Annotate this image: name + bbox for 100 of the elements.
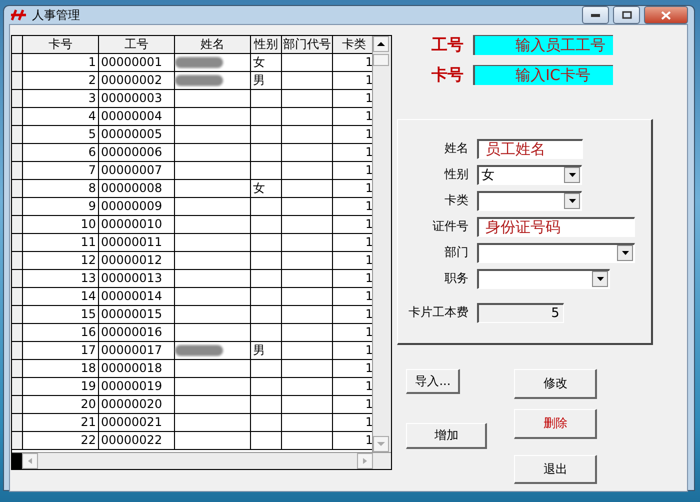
app-logo-icon — [10, 9, 28, 21]
action-button[interactable]: 增加 — [406, 423, 488, 449]
row-selector[interactable] — [12, 378, 23, 396]
maximize-button[interactable] — [613, 6, 640, 24]
input-field[interactable]: 输入IC卡号 — [473, 65, 614, 85]
row-selector[interactable] — [12, 234, 23, 252]
table-cell: 00000012 — [99, 252, 175, 270]
row-selector[interactable] — [12, 414, 23, 432]
minimize-button[interactable] — [582, 6, 609, 24]
horizontal-scrollbar[interactable] — [12, 452, 392, 469]
dropdown[interactable] — [477, 190, 582, 210]
column-header[interactable]: 性别 — [251, 36, 282, 54]
dropdown[interactable] — [477, 268, 610, 288]
caret-icon — [568, 173, 576, 177]
row-selector[interactable] — [12, 396, 23, 414]
table-cell — [251, 108, 282, 126]
field-label: 职务 — [443, 270, 470, 287]
table-cell: 11 — [23, 234, 99, 252]
row-selector[interactable] — [12, 144, 23, 162]
dropdown[interactable]: 女 — [477, 164, 582, 184]
table-cell: 00000013 — [99, 270, 175, 288]
table-cell — [282, 90, 333, 108]
table-cell — [251, 378, 282, 396]
input-field[interactable]: 5 — [477, 302, 564, 322]
column-header[interactable]: 姓名 — [175, 36, 251, 54]
vertical-scrollbar[interactable] — [372, 36, 392, 452]
action-button[interactable]: 导入... — [406, 369, 460, 394]
row-selector[interactable] — [12, 180, 23, 198]
table-cell — [251, 324, 282, 342]
row-selector[interactable] — [12, 306, 23, 324]
scroll-left-icon — [26, 458, 34, 464]
dropdown-arrow-button[interactable] — [592, 271, 608, 287]
table-cell — [251, 234, 282, 252]
field-label: 部门 — [443, 244, 470, 261]
table-cell — [251, 252, 282, 270]
table-cell: 00000007 — [99, 162, 175, 180]
caret-icon — [596, 277, 604, 281]
table-cell: 13 — [23, 270, 99, 288]
table-cell — [282, 144, 333, 162]
table-cell — [251, 396, 282, 414]
action-button[interactable]: 修改 — [514, 369, 598, 399]
row-selector[interactable] — [12, 72, 23, 90]
table-cell — [251, 414, 282, 432]
table-cell: 00000022 — [99, 432, 175, 450]
table-cell — [282, 162, 333, 180]
field-label: 卡片工本费 — [407, 304, 470, 321]
table-cell: 12 — [23, 252, 99, 270]
dropdown-arrow-button[interactable] — [617, 245, 634, 261]
dropdown[interactable] — [477, 242, 636, 262]
action-button[interactable]: 退出 — [514, 455, 598, 484]
row-selector[interactable] — [12, 216, 23, 234]
close-button[interactable] — [644, 6, 688, 24]
row-selector[interactable] — [12, 36, 23, 54]
table-cell — [282, 198, 333, 216]
input-field[interactable]: 员工姓名 — [477, 138, 584, 158]
table-cell: 男 — [251, 342, 282, 360]
column-header[interactable]: 工号 — [99, 36, 175, 54]
row-selector[interactable] — [12, 126, 23, 144]
table-cell — [251, 198, 282, 216]
table-cell — [282, 378, 333, 396]
table-cell: 00000016 — [99, 324, 175, 342]
window-title: 人事管理 — [32, 6, 81, 24]
table-cell: 17 — [23, 342, 99, 360]
table-cell — [251, 144, 282, 162]
row-selector[interactable] — [12, 432, 23, 450]
table-cell: 6 — [23, 144, 99, 162]
column-header[interactable]: 卡号 — [23, 36, 99, 54]
row-selector[interactable] — [12, 108, 23, 126]
field-label: 性别 — [443, 166, 470, 183]
table-cell — [282, 432, 333, 450]
input-field[interactable]: 身份证号码 — [477, 216, 636, 236]
row-selector[interactable] — [12, 90, 23, 108]
table-cell: 00000001 — [99, 54, 175, 72]
table-cell: 女 — [251, 180, 282, 198]
row-selector[interactable] — [12, 198, 23, 216]
table-cell: 19 — [23, 378, 99, 396]
dropdown-arrow-button[interactable] — [564, 193, 580, 209]
row-selector[interactable] — [12, 252, 23, 270]
table-cell — [282, 234, 333, 252]
row-selector[interactable] — [12, 270, 23, 288]
table-cell: 5 — [23, 126, 99, 144]
table-cell: 18 — [23, 360, 99, 378]
row-selector[interactable] — [12, 324, 23, 342]
table-cell — [282, 108, 333, 126]
table-cell — [282, 342, 333, 360]
row-selector[interactable] — [12, 54, 23, 72]
table-cell: 00000002 — [99, 72, 175, 90]
table-cell: 1 — [23, 54, 99, 72]
input-field[interactable]: 输入员工工号 — [473, 35, 614, 55]
table-cell: 00000014 — [99, 288, 175, 306]
scroll-thumb[interactable] — [373, 54, 390, 66]
dropdown-arrow-button[interactable] — [564, 167, 580, 183]
row-selector[interactable] — [12, 162, 23, 180]
row-selector[interactable] — [12, 360, 23, 378]
table-cell: 4 — [23, 108, 99, 126]
column-header[interactable]: 部门代号 — [282, 36, 333, 54]
row-selector[interactable] — [12, 288, 23, 306]
action-button[interactable]: 删除 — [514, 409, 598, 439]
row-selector[interactable] — [12, 342, 23, 360]
table-cell — [251, 432, 282, 450]
